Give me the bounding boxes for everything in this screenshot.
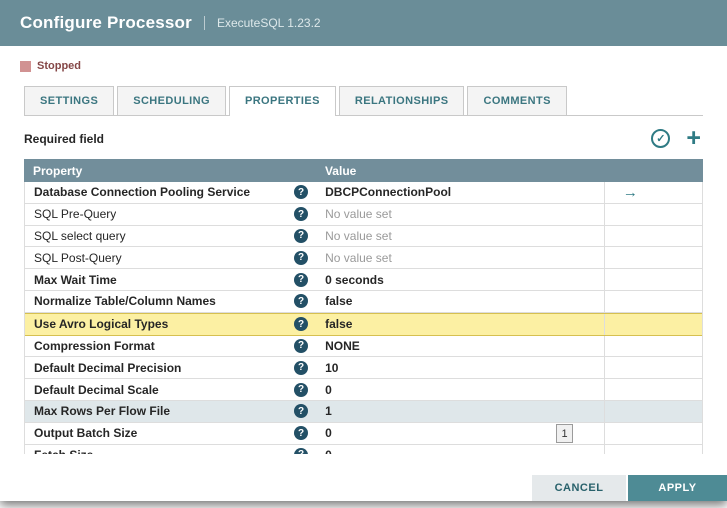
property-value[interactable]: false bbox=[325, 317, 352, 331]
go-to-service-icon[interactable]: → bbox=[623, 184, 638, 201]
configure-processor-dialog: Configure Processor ExecuteSQL 1.23.2 St… bbox=[0, 0, 727, 501]
column-header-property: Property bbox=[33, 163, 83, 178]
property-name: Default Decimal Precision bbox=[34, 360, 182, 375]
property-value[interactable]: 0 bbox=[325, 383, 332, 397]
table-row[interactable]: Default Decimal Precision ? 10 bbox=[25, 357, 702, 380]
tab-scheduling[interactable]: SCHEDULING bbox=[117, 86, 226, 115]
property-value[interactable]: 0 bbox=[325, 426, 332, 440]
help-icon[interactable]: ? bbox=[294, 360, 309, 375]
apply-button[interactable]: APPLY bbox=[628, 475, 727, 501]
property-name: Max Wait Time bbox=[34, 272, 117, 287]
help-icon[interactable]: ? bbox=[294, 250, 309, 265]
stopped-icon bbox=[20, 60, 31, 72]
dialog-header: Configure Processor ExecuteSQL 1.23.2 bbox=[0, 0, 727, 46]
property-value[interactable]: 0 bbox=[325, 448, 332, 454]
property-name: SQL Pre-Query bbox=[34, 207, 117, 222]
help-icon[interactable]: ? bbox=[294, 185, 309, 200]
property-name: Database Connection Pooling Service bbox=[34, 185, 251, 200]
property-value[interactable]: 0 seconds bbox=[325, 273, 384, 287]
processor-name-version: ExecuteSQL 1.23.2 bbox=[203, 16, 321, 30]
properties-table: Property Value Database Connection Pooli… bbox=[24, 159, 703, 454]
table-row[interactable]: Compression Format ? NONE bbox=[25, 335, 702, 358]
cancel-button[interactable]: CANCEL bbox=[532, 475, 626, 501]
help-icon[interactable]: ? bbox=[294, 272, 309, 287]
property-name: SQL Post-Query bbox=[34, 250, 122, 265]
table-row[interactable]: Max Wait Time ? 0 seconds bbox=[25, 269, 702, 291]
property-name: Use Avro Logical Types bbox=[34, 317, 169, 332]
column-header-value: Value bbox=[324, 163, 357, 178]
dialog-footer: CANCEL APPLY bbox=[532, 475, 727, 501]
property-value[interactable]: NONE bbox=[325, 339, 360, 353]
help-icon[interactable]: ? bbox=[294, 382, 309, 397]
help-icon[interactable]: ? bbox=[294, 404, 309, 419]
table-row[interactable]: SQL Pre-Query ? No value set bbox=[25, 203, 702, 226]
property-value[interactable]: DBCPConnectionPool bbox=[325, 185, 451, 199]
required-field-label: Required field bbox=[24, 131, 105, 146]
add-property-icon[interactable]: + bbox=[686, 126, 701, 151]
verify-properties-icon[interactable]: ✓ bbox=[651, 129, 671, 148]
tab-comments[interactable]: COMMENTS bbox=[467, 86, 567, 115]
table-row[interactable]: Max Rows Per Flow File ? 1 bbox=[25, 400, 702, 423]
tab-settings[interactable]: SETTINGS bbox=[24, 86, 115, 115]
dialog-title: Configure Processor bbox=[20, 13, 192, 32]
property-name: Max Rows Per Flow File bbox=[34, 404, 171, 419]
tab-properties[interactable]: PROPERTIES bbox=[228, 86, 336, 116]
table-row[interactable]: Database Connection Pooling Service ? DB… bbox=[25, 182, 702, 204]
status-bar: Stopped bbox=[0, 46, 727, 78]
property-value[interactable]: No value set bbox=[325, 251, 392, 265]
tooltip-badge: 1 bbox=[556, 424, 573, 443]
help-icon[interactable]: ? bbox=[294, 207, 309, 222]
tab-bar: SETTINGS SCHEDULING PROPERTIES RELATIONS… bbox=[24, 86, 703, 116]
help-icon[interactable]: ? bbox=[294, 426, 309, 441]
table-row[interactable]: Normalize Table/Column Names ? false bbox=[25, 290, 702, 313]
help-icon[interactable]: ? bbox=[294, 317, 309, 332]
property-name: Default Decimal Scale bbox=[34, 382, 159, 397]
table-row[interactable]: Default Decimal Scale ? 0 bbox=[25, 379, 702, 401]
property-value[interactable]: 10 bbox=[325, 361, 338, 375]
property-name: Fetch Size bbox=[34, 448, 93, 454]
table-body: Database Connection Pooling Service ? DB… bbox=[24, 182, 703, 454]
table-row[interactable]: SQL Post-Query ? No value set bbox=[25, 247, 702, 270]
tab-relationships[interactable]: RELATIONSHIPS bbox=[338, 86, 465, 115]
help-icon[interactable]: ? bbox=[294, 228, 309, 243]
properties-toolbar: Required field ✓ + bbox=[24, 126, 701, 151]
table-row[interactable]: Output Batch Size ? 0 bbox=[25, 422, 702, 445]
table-row[interactable]: Fetch Size ? 0 bbox=[25, 444, 702, 454]
property-value[interactable]: 1 bbox=[325, 404, 332, 418]
property-name: Normalize Table/Column Names bbox=[34, 294, 216, 309]
help-icon[interactable]: ? bbox=[294, 447, 309, 454]
toolbar-icons: ✓ + bbox=[651, 126, 701, 151]
help-icon[interactable]: ? bbox=[294, 294, 309, 309]
table-row[interactable]: SQL select query ? No value set bbox=[25, 225, 702, 248]
table-header: Property Value bbox=[24, 159, 703, 182]
property-value[interactable]: false bbox=[325, 294, 352, 308]
property-name: SQL select query bbox=[34, 228, 126, 243]
property-value[interactable]: No value set bbox=[325, 229, 392, 243]
property-name: Compression Format bbox=[34, 338, 155, 353]
help-icon[interactable]: ? bbox=[294, 338, 309, 353]
status-text: Stopped bbox=[37, 60, 81, 72]
property-value[interactable]: No value set bbox=[325, 207, 392, 221]
table-row-selected[interactable]: Use Avro Logical Types ? false bbox=[25, 312, 702, 336]
property-name: Output Batch Size bbox=[34, 426, 138, 441]
